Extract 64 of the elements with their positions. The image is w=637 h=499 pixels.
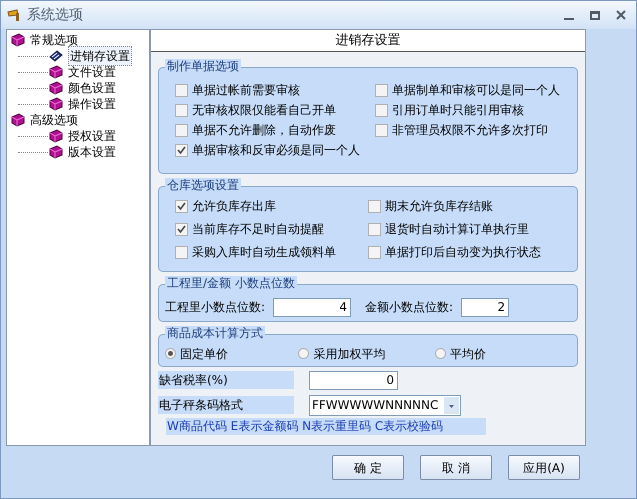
checkbox-label: 单据过帐前需要审核 <box>192 82 300 99</box>
checkbox[interactable]: 无审核权限仅能看自己开单 <box>175 100 375 120</box>
checkbox[interactable]: 允许负库存出库 <box>175 196 368 216</box>
checkbox-label: 单据不允许删除，自动作废 <box>192 122 336 139</box>
book-icon <box>10 32 26 48</box>
checkbox-label: 采购入库时自动生成领料单 <box>192 244 336 261</box>
tree-item[interactable]: 授权设置 <box>48 128 120 144</box>
tree-item[interactable]: 文件设置 <box>48 64 120 80</box>
group-title: 制作单据选项 <box>165 59 241 73</box>
input-field[interactable]: 0 <box>309 370 398 390</box>
tree-item[interactable]: 版本设置 <box>48 144 120 160</box>
hint-text: W商品代码 E表示金额码 N表示重里码 C表示校验码 <box>166 418 486 435</box>
group-title: 商品成本计算方式 <box>165 326 265 340</box>
book-icon <box>48 96 64 112</box>
checkbox-label: 单据打印后自动变为执行状态 <box>385 244 541 261</box>
dialog-button[interactable]: 应用(A) <box>508 455 580 480</box>
checkbox-label: 期末允许负库存结账 <box>385 198 493 215</box>
tree-item[interactable]: 高级选项 <box>10 112 82 128</box>
checkbox-label: 无审核权限仅能看自己开单 <box>192 102 336 119</box>
field-label: 金额小数点位数: <box>365 299 454 316</box>
tree-item[interactable]: 颜色设置 <box>48 80 120 96</box>
book-icon <box>48 64 64 80</box>
field-label: 缺省税率(%) <box>158 371 294 389</box>
checkbox[interactable]: 当前库存不足时自动提醒 <box>175 219 368 239</box>
book-icon <box>48 128 64 144</box>
tree-item[interactable]: 操作设置 <box>48 96 120 112</box>
field-label: 工程里小数点位数: <box>165 299 266 316</box>
checkbox-label: 引用订单时只能引用审核 <box>392 102 524 119</box>
checkbox-label: 允许负库存出库 <box>192 198 276 215</box>
dialog-button[interactable]: 取 消 <box>420 455 492 480</box>
checkbox[interactable]: 单据审核和反审必须是同一个人 <box>175 140 375 160</box>
input-field[interactable]: 4 <box>273 298 352 316</box>
checkbox[interactable]: 单据制单和审核可以是同一个人 <box>375 80 561 100</box>
checkbox-label: 单据审核和反审必须是同一个人 <box>192 142 360 159</box>
checkbox[interactable]: 退货时自动计算订单执行里 <box>368 219 561 239</box>
radio-button[interactable]: 采用加权平均 <box>298 344 435 362</box>
radio-button[interactable]: 平均价 <box>434 344 572 362</box>
group-title: 工程里/金额 小数点位数 <box>165 276 297 290</box>
checkbox[interactable]: 采购入库时自动生成领料单 <box>175 242 368 262</box>
checkbox[interactable]: 期末允许负库存结账 <box>368 196 561 216</box>
book-icon <box>48 80 64 96</box>
tree-item[interactable]: 常规选项 <box>10 32 82 48</box>
book-icon <box>10 112 26 128</box>
window-title: 系统选项 <box>27 6 83 24</box>
dropdown[interactable]: FFWWWWWNNNNNC <box>309 394 461 416</box>
checkbox[interactable]: 单据打印后自动变为执行状态 <box>368 242 561 262</box>
field-label: 电子秤条码格式 <box>158 396 294 414</box>
panel-header: 进销存设置 <box>151 30 585 52</box>
checkbox[interactable]: 非管理员权限不允许多次打印 <box>375 120 561 140</box>
checkbox[interactable]: 引用订单时只能引用审核 <box>375 100 561 120</box>
checkbox-label: 当前库存不足时自动提醒 <box>192 221 324 238</box>
input-field[interactable]: 2 <box>461 298 510 316</box>
book-icon <box>48 144 64 160</box>
radio-button[interactable]: 固定单价 <box>165 344 298 362</box>
group-title: 仓库选项设置 <box>165 178 241 192</box>
checkbox-label: 单据制单和审核可以是同一个人 <box>392 82 560 99</box>
checkbox-label: 退货时自动计算订单执行里 <box>385 221 529 238</box>
pen-icon <box>48 48 64 64</box>
maximize-icon[interactable] <box>590 10 600 20</box>
checkbox[interactable]: 单据不允许删除，自动作废 <box>175 120 375 140</box>
close-icon[interactable] <box>616 10 626 20</box>
checkbox[interactable]: 单据过帐前需要审核 <box>175 80 375 100</box>
checkbox-label: 非管理员权限不允许多次打印 <box>392 122 548 139</box>
dialog-button[interactable]: 确 定 <box>332 455 404 480</box>
